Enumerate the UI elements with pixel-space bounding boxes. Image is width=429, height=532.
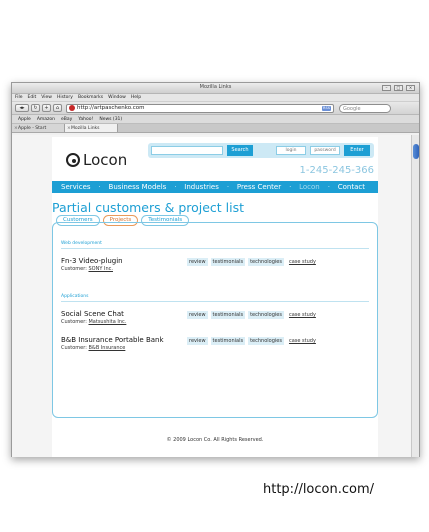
project-name: Social Scene Chat: [61, 310, 124, 318]
site-url-caption: http://locon.com/: [263, 482, 375, 497]
projects-panel: Web development Fn-3 Video-plugin Custom…: [52, 222, 378, 418]
tab-bar: × Apple - Start × Mozilla Links: [12, 124, 419, 133]
project-tags: review testimonials technologies case st…: [187, 258, 318, 266]
bookmark-news[interactable]: News (31): [99, 115, 122, 123]
tab-apple-start[interactable]: × Apple - Start: [12, 124, 65, 132]
nav-press-center[interactable]: Press Center: [227, 183, 290, 191]
menu-help[interactable]: Help: [131, 94, 141, 101]
vertical-scrollbar[interactable]: [411, 135, 419, 457]
navigation-toolbar: ◂▸ ↻ + ⌂ http://artpaschenko.com RSS Goo…: [12, 102, 419, 115]
add-bookmark-icon[interactable]: +: [42, 104, 51, 112]
phone-number: 1-245-245-366: [299, 165, 374, 176]
bookmark-amazon[interactable]: Amazon: [37, 115, 55, 123]
tag-technologies[interactable]: technologies: [248, 337, 284, 345]
bookmark-apple[interactable]: Apple: [18, 115, 31, 123]
window-title: Mozilla Links: [199, 84, 232, 90]
nav-locon[interactable]: Locon: [289, 183, 329, 191]
minimize-button[interactable]: –: [382, 85, 391, 91]
site-favicon-icon: [69, 105, 75, 111]
logo-text: Locon: [83, 151, 128, 169]
login-input[interactable]: login: [276, 146, 306, 155]
section-title: Applications: [61, 294, 89, 299]
case-study-link[interactable]: case study: [287, 337, 318, 345]
locon-logo-icon: [66, 153, 80, 167]
customer-label: Customer:: [61, 345, 87, 351]
address-url: http://artpaschenko.com: [77, 105, 145, 111]
nav-industries[interactable]: Industries: [174, 183, 228, 191]
enter-button[interactable]: Enter: [344, 145, 370, 156]
customer-link[interactable]: SONY Inc.: [88, 266, 112, 272]
section-divider: [61, 248, 369, 249]
scrollbar-thumb[interactable]: [413, 144, 419, 159]
bookmark-yahoo[interactable]: Yahoo!: [78, 115, 93, 123]
project-name: Fn-3 Video-plugin: [61, 257, 123, 265]
browser-window: Mozilla Links – □ × File Edit View Histo…: [11, 82, 420, 457]
customer-link[interactable]: B&B Insurance: [88, 345, 125, 351]
tag-technologies[interactable]: technologies: [248, 311, 284, 319]
menu-window[interactable]: Window: [108, 94, 126, 101]
customer-label: Customer:: [61, 266, 87, 272]
tag-technologies[interactable]: technologies: [248, 258, 284, 266]
site-footer: © 2009 Locon Co. All Rights Reserved.: [166, 437, 264, 443]
close-tab-icon[interactable]: ×: [14, 124, 18, 133]
close-tab-icon[interactable]: ×: [67, 124, 71, 133]
project-tags: review testimonials technologies case st…: [187, 311, 318, 319]
project-customer: Customer: B&B Insurance: [61, 345, 125, 351]
nav-contact[interactable]: Contact: [328, 183, 374, 191]
reload-icon[interactable]: ↻: [31, 104, 40, 112]
search-login-bar: Search login password Enter: [148, 143, 374, 158]
title-bar: Mozilla Links – □ ×: [12, 83, 419, 94]
project-customer: Customer: Matsushita Inc.: [61, 319, 126, 325]
tag-review[interactable]: review: [187, 337, 208, 345]
tag-review[interactable]: review: [187, 311, 208, 319]
main-navigation: Services Business Models Industries Pres…: [52, 181, 378, 193]
menu-history[interactable]: History: [57, 94, 73, 101]
bookmarks-bar: Apple Amazon eBay Yahoo! News (31): [12, 115, 419, 124]
search-input[interactable]: Google: [339, 103, 391, 113]
menu-edit[interactable]: Edit: [28, 94, 37, 101]
tag-testimonials[interactable]: testimonials: [210, 337, 246, 345]
case-study-link[interactable]: case study: [287, 258, 318, 266]
forward-icon[interactable]: ▸: [22, 105, 25, 111]
maximize-button[interactable]: □: [394, 85, 403, 91]
project-tags: review testimonials technologies case st…: [187, 337, 318, 345]
case-study-link[interactable]: case study: [287, 311, 318, 319]
tab-label: Apple - Start: [18, 126, 47, 131]
site-search-button[interactable]: Search: [227, 145, 253, 156]
locon-site: Locon Search login password Enter 1-245-…: [52, 137, 378, 457]
customer-link[interactable]: Matsushita Inc.: [88, 319, 126, 325]
menu-bookmarks[interactable]: Bookmarks: [78, 94, 103, 101]
home-icon[interactable]: ⌂: [53, 104, 62, 112]
search-placeholder: Google: [343, 105, 361, 112]
customer-label: Customer:: [61, 319, 87, 325]
bookmark-ebay[interactable]: eBay: [61, 115, 72, 123]
menu-view[interactable]: View: [41, 94, 52, 101]
project-customer: Customer: SONY Inc.: [61, 266, 113, 272]
nav-services[interactable]: Services: [52, 183, 100, 191]
back-forward-button[interactable]: ◂▸: [15, 104, 29, 112]
project-name: B&B Insurance Portable Bank: [61, 336, 164, 344]
address-bar[interactable]: http://artpaschenko.com RSS: [66, 103, 334, 113]
menu-file[interactable]: File: [15, 94, 23, 101]
section-title: Web development: [61, 241, 102, 246]
close-button[interactable]: ×: [406, 85, 415, 91]
tag-testimonials[interactable]: testimonials: [210, 258, 246, 266]
rss-icon[interactable]: RSS: [322, 105, 331, 111]
section-divider: [61, 301, 369, 302]
nav-business-models[interactable]: Business Models: [99, 183, 176, 191]
site-logo[interactable]: Locon: [66, 151, 127, 169]
tab-label: Mozilla Links: [71, 126, 100, 131]
page-title: Partial customers & project list: [52, 200, 245, 215]
tag-review[interactable]: review: [187, 258, 208, 266]
tab-mozilla-links[interactable]: × Mozilla Links: [65, 124, 118, 132]
page-viewport: Locon Search login password Enter 1-245-…: [12, 135, 412, 457]
site-search-input[interactable]: [151, 146, 223, 155]
password-input[interactable]: password: [310, 146, 340, 155]
tag-testimonials[interactable]: testimonials: [210, 311, 246, 319]
menu-bar: File Edit View History Bookmarks Window …: [12, 94, 419, 102]
